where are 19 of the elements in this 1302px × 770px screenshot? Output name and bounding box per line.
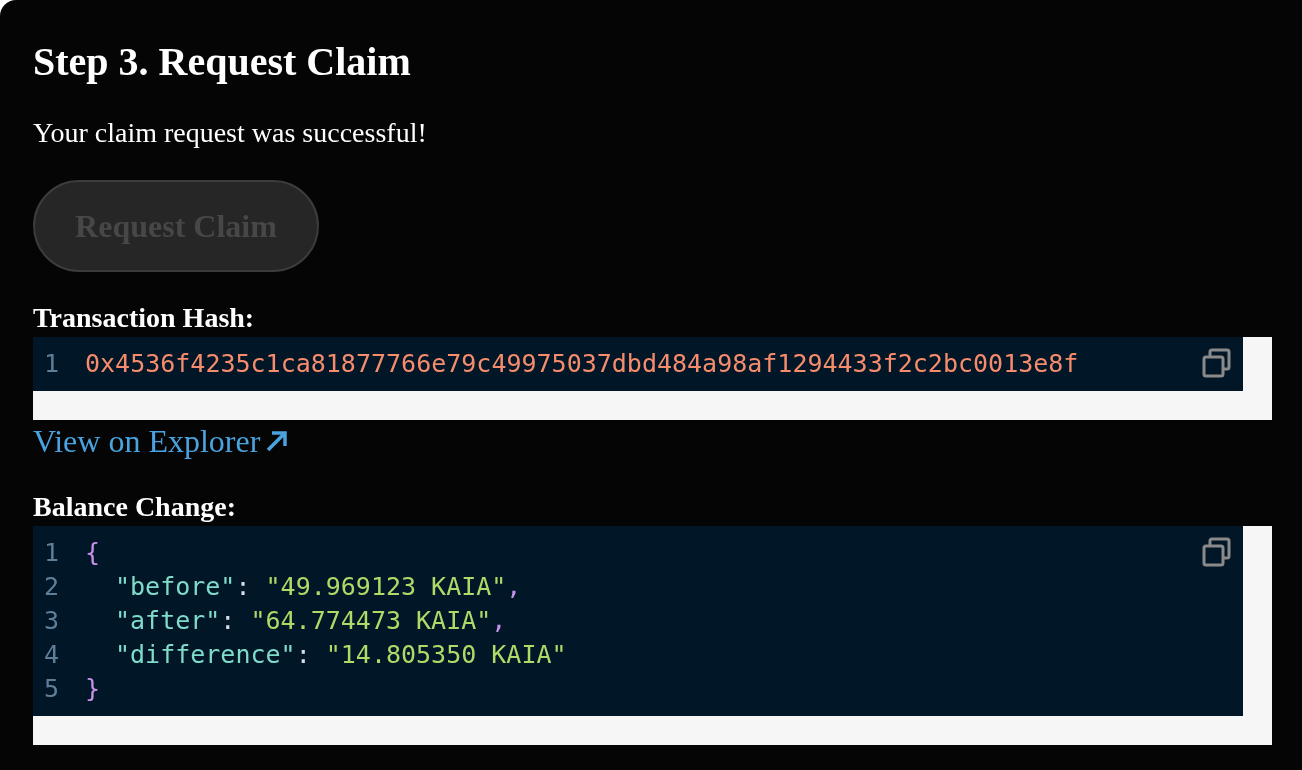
code-line: 0x4536f4235c1ca81877766e79c49975037dbd484a98af1294433f2c2bc0013e8f: [85, 348, 1079, 380]
line-number: 1: [43, 537, 61, 569]
explorer-link[interactable]: View on Explorer: [33, 421, 291, 461]
transaction-label: Transaction Hash:: [33, 301, 256, 335]
copy-icon[interactable]: [1201, 347, 1233, 379]
balance-label: Balance Change:: [33, 490, 237, 524]
code-line: "after": "64.774473 KAIA",: [114, 605, 507, 637]
code-line: {: [85, 537, 101, 569]
step-title: Step 3. Request Claim: [33, 38, 412, 86]
line-number: 2: [43, 571, 61, 603]
copy-icon[interactable]: [1201, 536, 1233, 568]
line-number: 3: [43, 605, 61, 637]
code-line: "difference": "14.805350 KAIA": [114, 639, 567, 671]
code-line: "before": "49.969123 KAIA",: [114, 571, 522, 603]
line-number: 5: [43, 673, 61, 705]
line-number: 1: [43, 348, 61, 380]
code-line: }: [85, 673, 101, 705]
line-number: 4: [43, 639, 61, 671]
success-message: Your claim request was successful!: [33, 116, 428, 150]
